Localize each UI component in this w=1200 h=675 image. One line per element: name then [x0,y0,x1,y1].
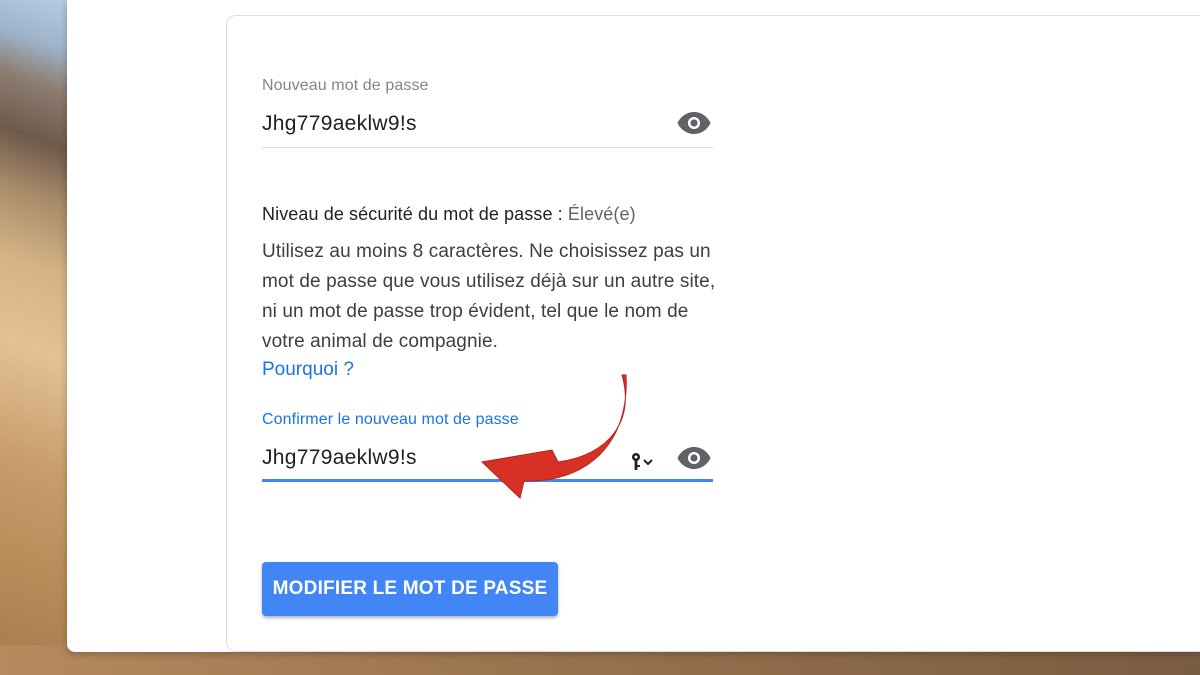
new-password-label: Nouveau mot de passe [262,77,429,94]
password-help-text: Utilisez au moins 8 caractères. Ne chois… [262,241,716,352]
strength-level: Élevé(e) [567,204,636,224]
password-strength: Niveau de sécurité du mot de passe : Éle… [262,204,636,225]
annotation-arrow [480,374,627,499]
change-password-button[interactable]: MODIFIER LE MOT DE PASSE [262,562,558,616]
new-password-underline [262,147,713,148]
eye-icon[interactable] [677,112,711,134]
new-password-input[interactable]: Jhg779aeklw9!s [262,112,713,136]
new-password-field[interactable]: Nouveau mot de passe Jhg779aeklw9!s [262,77,713,148]
strength-label: Niveau de sécurité du mot de passe : [262,204,563,224]
why-link[interactable]: Pourquoi ? [262,359,354,381]
eye-icon[interactable] [677,447,711,469]
